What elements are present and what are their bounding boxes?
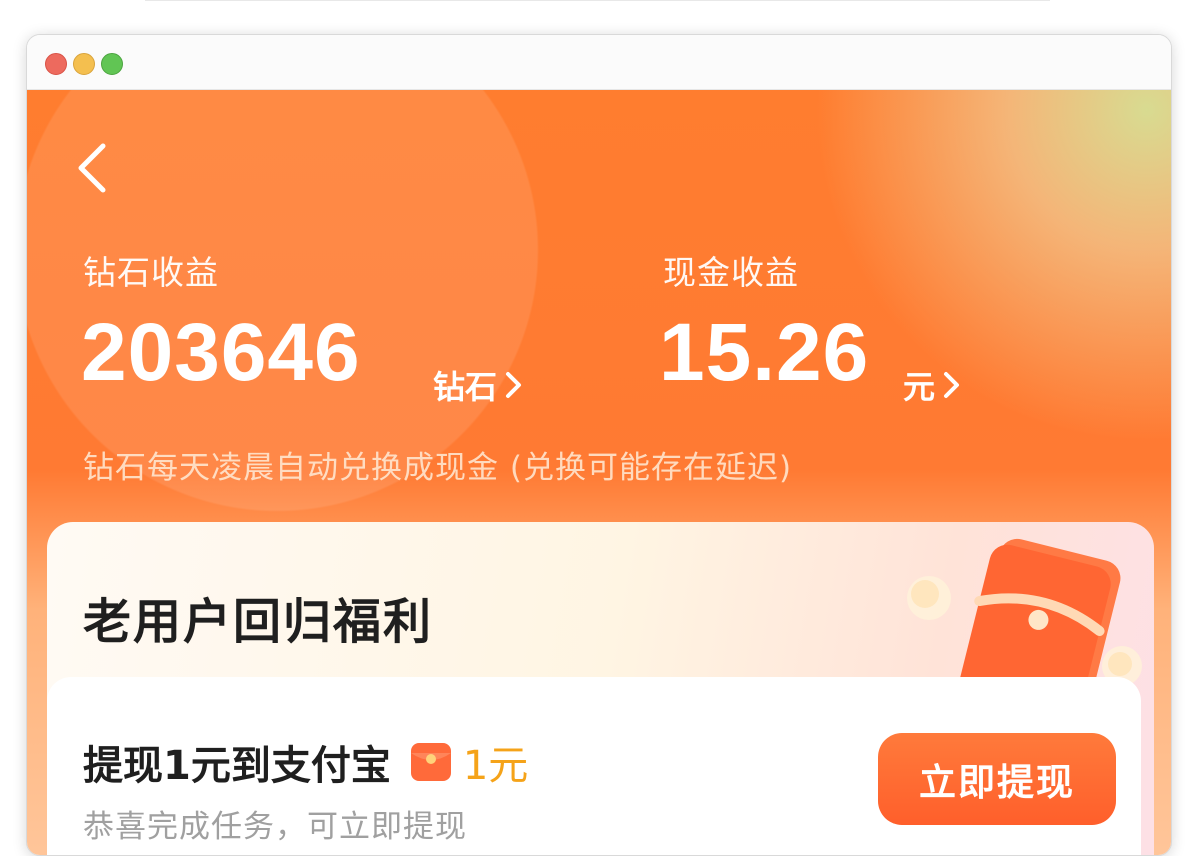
minimize-window-button[interactable] [73,53,95,75]
exchange-note: 钻石每天凌晨自动兑换成现金 (兑换可能存在延迟) [83,450,793,486]
cash-earnings-value: 15.26 [659,307,870,398]
welfare-card-title: 老用户回归福利 [83,594,434,650]
red-packet-icon [410,743,451,781]
task-card: 提现1元到支付宝 1元 恭喜完成任务，可立即提现 立即提现 [47,677,1141,855]
diamond-earnings-label: 钻石收益 [83,253,219,292]
task-subtitle: 恭喜完成任务，可立即提现 [83,809,467,845]
cash-unit: 元 [903,368,936,406]
window-titlebar [27,35,1171,90]
task-reward-amount: 1元 [462,743,529,789]
task-reward: 1元 [409,733,528,791]
cash-detail-link[interactable]: 元 [903,362,963,408]
task-title-row: 提现1元到支付宝 1元 [83,733,528,791]
app-window: 钻石收益 203646 钻石 现金收益 15.26 元 钻石每天凌晨自动兑换成现… [26,34,1172,856]
diamond-unit: 钻石 [433,368,498,406]
chevron-left-icon [78,143,106,193]
chevron-right-icon [944,372,960,398]
top-divider [145,0,1050,1]
chevron-right-icon [506,372,522,398]
diamond-earnings-value: 203646 [81,307,361,398]
close-window-button[interactable] [45,53,67,75]
maximize-window-button[interactable] [101,53,123,75]
cash-earnings-label: 现金收益 [663,253,799,292]
withdraw-now-button[interactable]: 立即提现 [878,733,1116,825]
task-title: 提现1元到支付宝 [83,743,391,789]
back-button[interactable] [73,140,113,196]
earnings-page: 钻石收益 203646 钻石 现金收益 15.26 元 钻石每天凌晨自动兑换成现… [27,90,1171,855]
diamond-detail-link[interactable]: 钻石 [433,362,525,408]
returning-user-welfare-card: 老用户回归福利 提现1元到支付宝 1元 恭喜完成任务，可立即提现 立即提现 [47,522,1154,855]
